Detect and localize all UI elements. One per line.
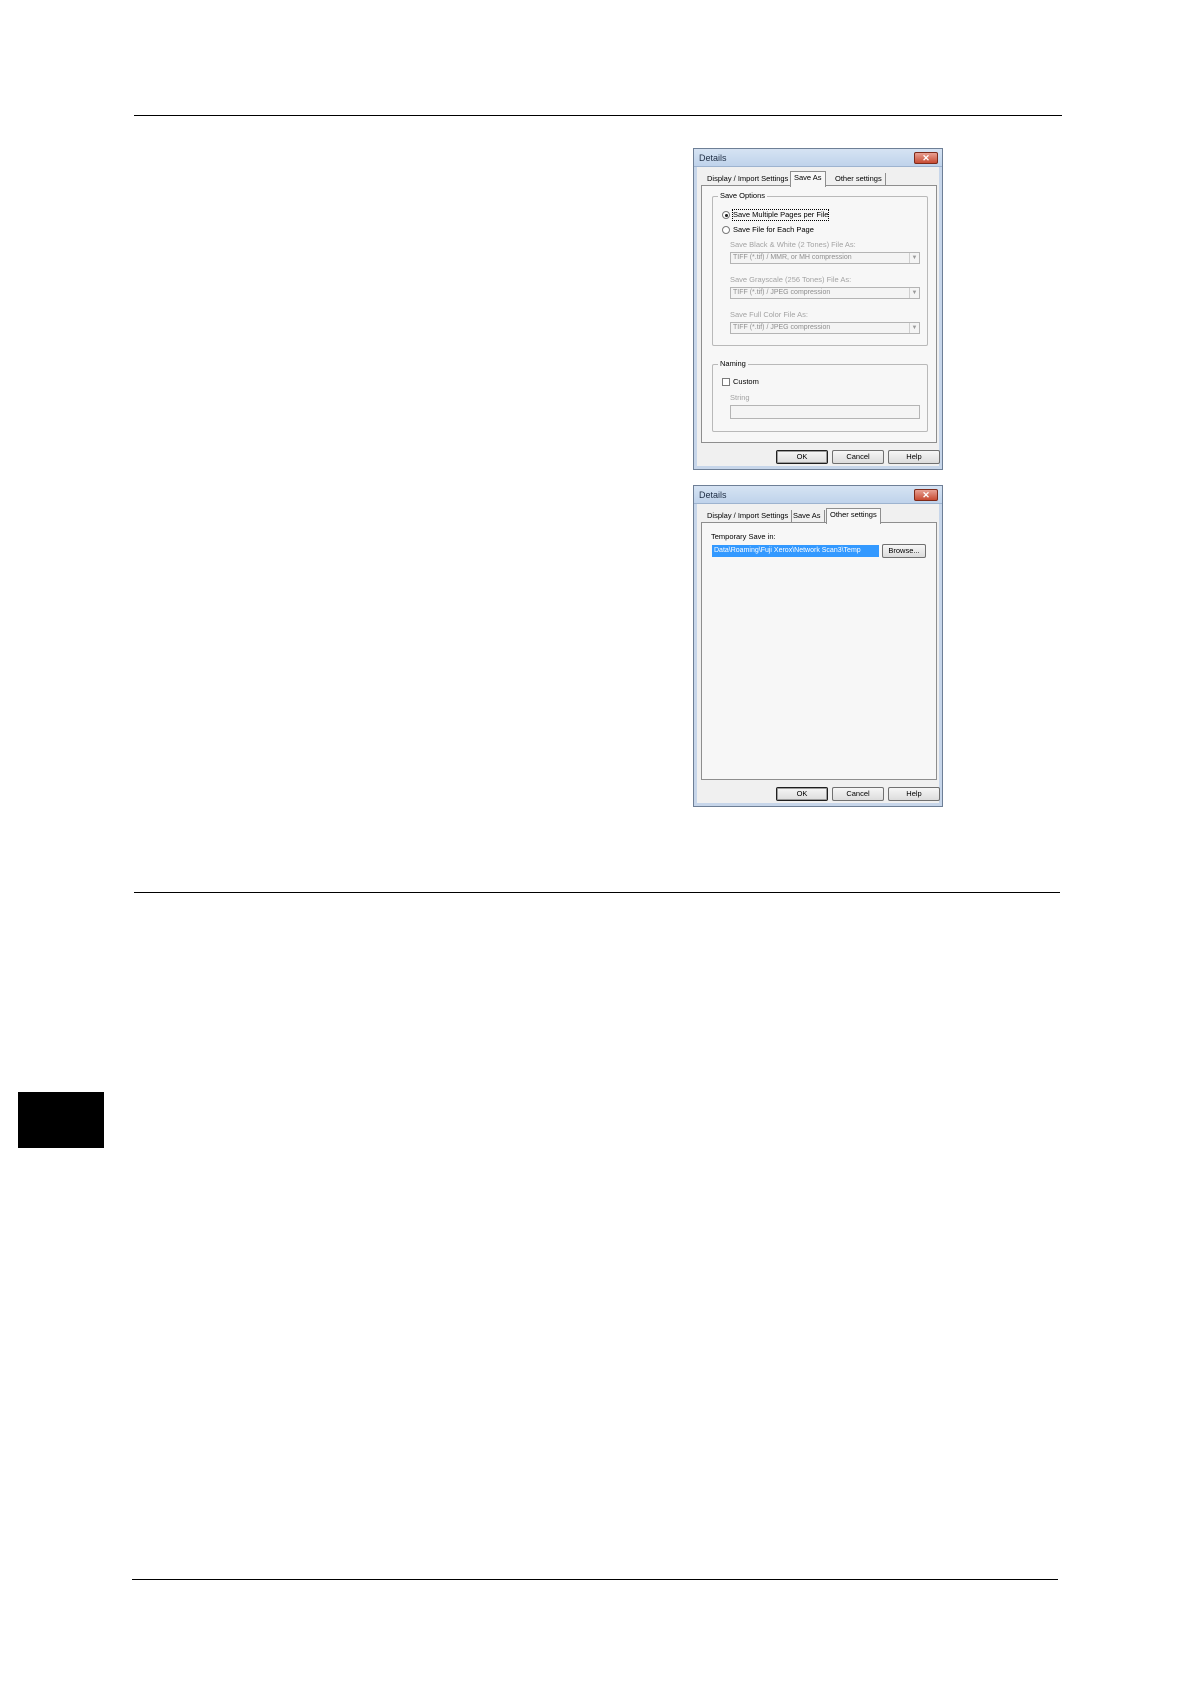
chevron-down-icon[interactable]: ▼ [909,288,919,298]
footer-rule [132,1579,1058,1580]
custom-label[interactable]: Custom [733,377,759,387]
title-bar[interactable]: Details ✕ [694,486,942,504]
header-rule [134,115,1062,116]
gray-format-label: Save Grayscale (256 Tones) File As: [730,275,852,284]
bw-format-value: TIFF (*.tif) / MMR, or MH compression [733,254,852,261]
temporary-save-path-input[interactable]: Data\Roaming\Fuji Xerox\Network Scan3\Te… [712,545,879,557]
save-options-group: Save Options Save Multiple Pages per Fil… [712,191,928,346]
details-dialog-other-settings: Details ✕ Display / Import Settings Save… [693,485,943,807]
label-save-each-page[interactable]: Save File for Each Page [733,225,814,235]
details-dialog-save-as: Details ✕ Display / Import Settings Save… [693,148,943,470]
naming-legend: Naming [718,359,748,369]
close-icon[interactable]: ✕ [914,152,938,164]
gray-format-select[interactable]: TIFF (*.tif) / JPEG compression ▼ [730,287,920,299]
chevron-down-icon[interactable]: ▼ [909,253,919,263]
browse-button[interactable]: Browse... [882,544,926,558]
cancel-button[interactable]: Cancel [832,787,884,801]
color-format-label: Save Full Color File As: [730,310,808,319]
save-as-panel: Save Options Save Multiple Pages per Fil… [701,185,937,443]
radio-save-each-page[interactable] [722,226,730,234]
chevron-down-icon[interactable]: ▼ [909,323,919,333]
cancel-button[interactable]: Cancel [832,450,884,464]
save-options-legend: Save Options [718,191,768,201]
bw-format-label: Save Black & White (2 Tones) File As: [730,240,856,249]
string-input[interactable] [730,405,920,419]
naming-group: Naming Custom String [712,359,928,432]
close-icon[interactable]: ✕ [914,489,938,501]
help-button[interactable]: Help [888,450,940,464]
tab-save-as[interactable]: Save As [790,171,826,187]
custom-checkbox[interactable] [722,378,730,386]
ok-button[interactable]: OK [776,787,828,801]
string-label: String [730,393,750,402]
chapter-side-tab [18,1092,104,1148]
ok-button[interactable]: OK [776,450,828,464]
radio-save-multiple-pages[interactable] [722,211,730,219]
label-save-multiple-pages[interactable]: Save Multiple Pages per File [731,209,830,221]
other-settings-panel: Temporary Save in: Data\Roaming\Fuji Xer… [701,522,937,780]
color-format-select[interactable]: TIFF (*.tif) / JPEG compression ▼ [730,322,920,334]
temporary-save-label: Temporary Save in: [711,532,776,541]
tab-other-settings[interactable]: Other settings [826,508,881,524]
help-button[interactable]: Help [888,787,940,801]
color-format-value: TIFF (*.tif) / JPEG compression [733,324,831,331]
bw-format-select[interactable]: TIFF (*.tif) / MMR, or MH compression ▼ [730,252,920,264]
dialog-title: Details [699,490,727,500]
section-rule [134,892,1060,893]
dialog-title: Details [699,153,727,163]
gray-format-value: TIFF (*.tif) / JPEG compression [733,289,831,296]
title-bar[interactable]: Details ✕ [694,149,942,167]
